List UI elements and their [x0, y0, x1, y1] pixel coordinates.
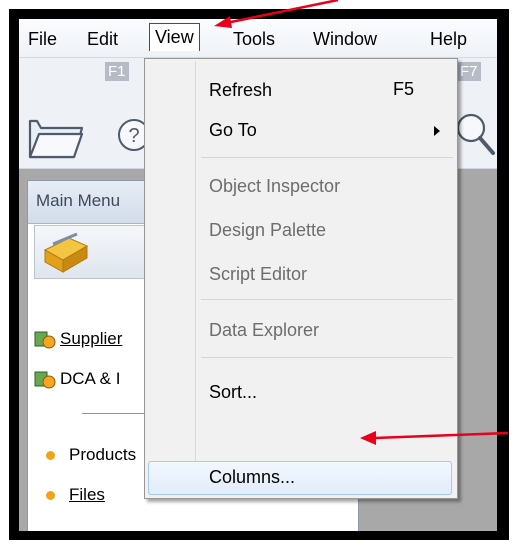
menu-help[interactable]: Help	[426, 27, 471, 51]
refresh-menu-item[interactable]: Refresh	[209, 79, 272, 101]
menu-bar: File Edit View Tools Window Help	[19, 19, 497, 58]
menu-separator	[201, 157, 453, 158]
script-editor-menu-item: Script Editor	[209, 264, 308, 284]
package-logo-icon	[43, 232, 89, 273]
menu-file[interactable]: File	[24, 27, 61, 51]
dca-icon	[34, 371, 56, 389]
fkey-label-f1: F1	[105, 62, 129, 81]
menu-window[interactable]: Window	[309, 27, 381, 51]
products-item[interactable]: Products	[46, 445, 136, 465]
files-label: Files	[69, 485, 105, 504]
menu-edit[interactable]: Edit	[83, 27, 122, 51]
dca-link-label: DCA & I	[60, 369, 121, 388]
files-item[interactable]: Files	[46, 485, 105, 505]
folder-icon[interactable]	[27, 110, 85, 162]
fkey-label-f7: F7	[457, 62, 481, 81]
menu-icon-gutter	[195, 61, 196, 494]
products-label: Products	[69, 445, 137, 464]
bullet-icon	[46, 491, 55, 501]
main-menu-title: Main Menu	[36, 191, 121, 210]
submenu-arrow-icon	[434, 126, 440, 136]
design-palette-menu-item: Design Palette	[209, 220, 327, 240]
screenshot-frame: File Edit View Tools Window Help F1 F7 ?	[9, 9, 509, 540]
menu-separator	[201, 357, 453, 358]
supplier-link-label: Supplier	[60, 329, 123, 348]
supplier-link[interactable]: Supplier	[34, 329, 122, 350]
view-menu-dropdown: Refresh F5 Go To Object Inspector Design…	[144, 58, 458, 499]
svg-text:?: ?	[128, 125, 139, 147]
columns-menu-item[interactable]	[148, 461, 452, 495]
goto-menu-item[interactable]: Go To	[209, 119, 257, 141]
application-window: File Edit View Tools Window Help F1 F7 ?	[19, 19, 497, 531]
dca-link[interactable]: DCA & I	[34, 369, 120, 390]
menu-separator	[201, 299, 453, 300]
data-explorer-menu-item: Data Explorer	[209, 320, 320, 340]
menu-tools[interactable]: Tools	[229, 27, 279, 51]
supplier-icon	[34, 331, 56, 349]
bullet-icon	[46, 451, 55, 461]
object-inspector-menu-item: Object Inspector	[209, 176, 341, 196]
refresh-shortcut: F5	[393, 79, 415, 99]
menu-view[interactable]: View	[149, 23, 200, 51]
sort-menu-item[interactable]: Sort...	[209, 381, 257, 403]
columns-menu-item-label: Columns...	[209, 467, 296, 487]
